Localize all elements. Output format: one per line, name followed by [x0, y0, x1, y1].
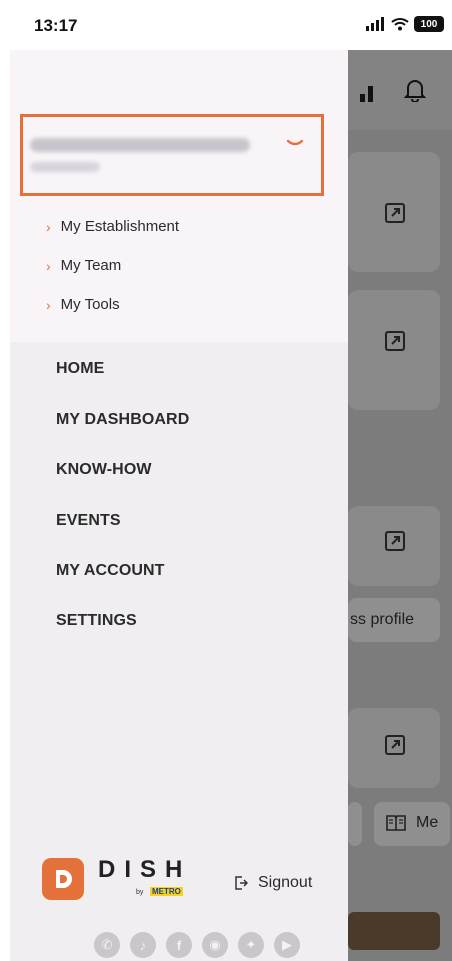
chevron-right-icon: › [46, 218, 51, 235]
signal-icon [366, 17, 384, 31]
instagram-icon[interactable]: ◉ [202, 932, 228, 958]
submenu-label: My Establishment [60, 218, 180, 235]
battery-icon: 100 [414, 16, 444, 32]
status-time: 13:17 [34, 16, 78, 35]
submenu-my-tools[interactable]: › My Tools [46, 296, 120, 313]
menu-chip-label: Me [416, 814, 439, 831]
logo-metro: METRO [150, 887, 183, 896]
dish-logo-mark [42, 858, 84, 900]
social-links: ✆ ♪ f ◉ ✦ ▶ [94, 932, 300, 958]
stats-icon [360, 86, 373, 102]
tiktok-icon[interactable]: ♪ [130, 932, 156, 958]
background-chip [348, 802, 362, 846]
battery-level: 100 [420, 18, 438, 30]
youtube-icon[interactable]: ▶ [274, 932, 300, 958]
nav-events[interactable]: EVENTS [56, 512, 121, 530]
external-link-icon [384, 530, 406, 552]
background-image-strip [348, 912, 440, 950]
facebook-icon[interactable]: f [166, 932, 192, 958]
chevron-right-icon: › [46, 296, 51, 313]
external-link-icon [384, 202, 406, 224]
nav-know-how[interactable]: KNOW-HOW [56, 461, 152, 479]
book-icon [386, 815, 406, 831]
establishment-name [30, 138, 250, 152]
navigation-drawer: › My Establishment › My Team › My Tools … [10, 50, 348, 961]
signout-button[interactable]: Signout [234, 874, 312, 892]
background-header [348, 50, 452, 130]
business-profile-label: ss profile [350, 611, 415, 628]
status-bar: 13:17 100 [10, 0, 452, 50]
bell-icon [404, 80, 426, 102]
submenu-my-establishment[interactable]: › My Establishment [46, 218, 179, 235]
chevron-down-icon[interactable] [286, 136, 304, 150]
dish-logo: DISH by METRO [42, 856, 192, 900]
twitter-icon[interactable]: ✦ [238, 932, 264, 958]
logo-word: DISH [98, 856, 192, 883]
submenu-label: My Team [60, 257, 122, 274]
nav-my-dashboard[interactable]: MY DASHBOARD [56, 411, 189, 429]
establishment-subtitle [30, 162, 100, 172]
signout-label: Signout [258, 874, 313, 891]
whatsapp-icon[interactable]: ✆ [94, 932, 120, 958]
nav-home[interactable]: HOME [56, 360, 104, 378]
submenu-my-team[interactable]: › My Team [46, 257, 121, 274]
external-link-icon [384, 734, 406, 756]
nav-settings[interactable]: SETTINGS [56, 612, 137, 630]
dish-logo-wordmark: DISH by METRO [96, 856, 192, 900]
logo-by: by [136, 889, 144, 896]
signout-icon [235, 876, 248, 890]
establishment-selector[interactable] [20, 114, 324, 196]
submenu-label: My Tools [60, 296, 120, 313]
chevron-right-icon: › [46, 257, 51, 274]
nav-my-account[interactable]: MY ACCOUNT [56, 562, 165, 580]
status-icons: 100 [366, 16, 444, 32]
wifi-icon [391, 18, 409, 31]
external-link-icon [384, 330, 406, 352]
